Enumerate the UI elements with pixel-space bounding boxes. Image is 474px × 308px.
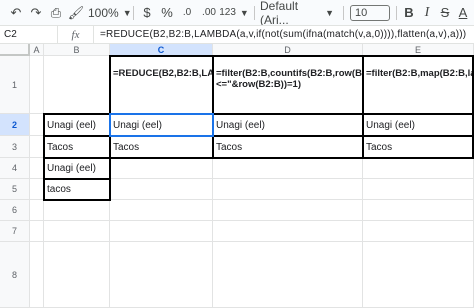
text-color-button[interactable]: A — [454, 3, 472, 23]
divider — [396, 5, 397, 20]
cell-b2[interactable]: Unagi (eel) — [44, 114, 110, 136]
cell-a7[interactable] — [30, 221, 44, 242]
divider — [343, 5, 344, 20]
toolbar: ↶ ↷ ⎙ 🖌 100% ▼ $ % .0 .00 123 ▼ Default (A… — [0, 0, 474, 27]
cell-b4[interactable]: Unagi (eel) — [44, 158, 110, 179]
cell-e3-text: Tacos — [366, 142, 393, 153]
cell-b5-text: tacos — [47, 184, 71, 195]
cell-e1-text: =filter(B2:B,map(B2:B,lambda(r,countif(i… — [366, 68, 473, 79]
column-header-a[interactable]: A — [30, 44, 44, 56]
row-header-6[interactable]: 6 — [0, 200, 30, 221]
cell-a4[interactable] — [30, 158, 44, 179]
cell-c4[interactable] — [110, 158, 213, 179]
paint-format-icon[interactable]: 🖌 — [66, 3, 86, 23]
font-value: Default (Ari... — [260, 0, 299, 27]
chevron-down-icon: ▼ — [325, 7, 334, 18]
select-all-corner[interactable] — [0, 44, 30, 56]
cell-c5[interactable] — [110, 179, 213, 200]
cell-d7[interactable] — [213, 221, 363, 242]
font-select[interactable]: Default (Ari... ▼ — [258, 0, 340, 27]
zoom-select[interactable]: 100% ▼ — [86, 3, 132, 23]
cell-c6[interactable] — [110, 200, 213, 221]
cell-c3[interactable]: Tacos — [110, 136, 213, 158]
cell-b6[interactable] — [44, 200, 110, 221]
cell-e7[interactable] — [363, 221, 474, 242]
cell-b2-text: Unagi (eel) — [47, 120, 96, 131]
cell-e6[interactable] — [363, 200, 474, 221]
undo-icon[interactable]: ↶ — [6, 3, 26, 23]
row-header-4[interactable]: 4 — [0, 158, 30, 179]
cell-b7[interactable] — [44, 221, 110, 242]
row-header-7[interactable]: 7 — [0, 221, 30, 242]
cell-a1[interactable] — [30, 56, 44, 114]
cell-d4[interactable] — [213, 158, 363, 179]
cell-c7[interactable] — [110, 221, 213, 242]
print-icon[interactable]: ⎙ — [46, 3, 66, 23]
cell-e2[interactable]: Unagi (eel) — [363, 114, 474, 136]
strikethrough-button[interactable]: S — [436, 3, 454, 23]
cell-e5[interactable] — [363, 179, 474, 200]
cell-e2-text: Unagi (eel) — [366, 120, 415, 131]
cell-d5[interactable] — [213, 179, 363, 200]
fx-icon: fx — [58, 26, 94, 43]
cell-d2[interactable]: Unagi (eel) — [213, 114, 363, 136]
column-header-e[interactable]: E — [363, 44, 474, 56]
cell-a8[interactable] — [30, 242, 44, 308]
cell-e3[interactable]: Tacos — [363, 136, 474, 158]
cell-d3-text: Tacos — [216, 142, 243, 153]
cell-b3[interactable]: Tacos — [44, 136, 110, 158]
cell-c2[interactable]: Unagi (eel) — [110, 114, 213, 136]
cell-a3[interactable] — [30, 136, 44, 158]
cell-d3[interactable]: Tacos — [213, 136, 363, 158]
cell-d1[interactable]: =filter(B2:B,countifs(B2:B,row(B2:B),"<=… — [213, 56, 363, 114]
more-formats-label: 123 — [219, 7, 236, 18]
row-header-8[interactable]: 8 — [0, 242, 30, 308]
column-header-d[interactable]: D — [213, 44, 363, 56]
cell-e8[interactable] — [363, 242, 474, 308]
cell-e1[interactable]: =filter(B2:B,map(B2:B,lambda(r,countif(i… — [363, 56, 474, 114]
increase-decimal-button[interactable]: .00 — [197, 3, 221, 23]
row-header-3[interactable]: 3 — [0, 136, 30, 158]
cell-b4-text: Unagi (eel) — [47, 163, 96, 174]
cell-a6[interactable] — [30, 200, 44, 221]
redo-icon[interactable]: ↷ — [26, 3, 46, 23]
cell-b5[interactable]: tacos — [44, 179, 110, 200]
row-header-1[interactable]: 1 — [0, 56, 30, 114]
cell-c1[interactable]: =REDUCE(B2,B2:B,LAMBDA(a,v,if(not(sum(if… — [110, 56, 213, 114]
cell-e4[interactable] — [363, 158, 474, 179]
formula-bar: C2 fx =REDUCE(B2,B2:B,LAMBDA(a,v,if(not(… — [0, 25, 474, 44]
cell-a2[interactable] — [30, 114, 44, 136]
cell-d8[interactable] — [213, 242, 363, 308]
italic-button[interactable]: I — [418, 3, 436, 23]
more-formats-button[interactable]: 123 ▼ — [219, 3, 251, 23]
cell-b3-text: Tacos — [47, 142, 74, 153]
font-size-input[interactable]: 10 — [350, 4, 390, 21]
zoom-value: 100% — [88, 5, 119, 20]
formula-input[interactable]: =REDUCE(B2,B2:B,LAMBDA(a,v,if(not(sum(if… — [94, 29, 466, 40]
cell-a5[interactable] — [30, 179, 44, 200]
cell-d1-text: =filter(B2:B,countifs(B2:B,row(B2:B),"<=… — [216, 68, 362, 90]
divider — [254, 5, 255, 20]
cell-c2-text: Unagi (eel) — [113, 120, 162, 131]
cell-d2-text: Unagi (eel) — [216, 120, 265, 131]
chevron-down-icon: ▼ — [239, 7, 249, 18]
name-box[interactable]: C2 — [0, 26, 58, 43]
cell-b1[interactable] — [44, 56, 110, 114]
cell-b8[interactable] — [44, 242, 110, 308]
bold-button[interactable]: B — [400, 3, 418, 23]
cell-c3-text: Tacos — [113, 142, 140, 153]
row-header-2[interactable]: 2 — [0, 114, 30, 136]
decrease-decimal-button[interactable]: .0 — [177, 3, 197, 23]
cell-c1-text: =REDUCE(B2,B2:B,LAMBDA(a,v,if(not(sum(if… — [113, 68, 213, 79]
column-header-c[interactable]: C — [110, 44, 213, 56]
divider — [133, 5, 134, 20]
cell-c8[interactable] — [110, 242, 213, 308]
column-header-b[interactable]: B — [44, 44, 110, 56]
cell-d6[interactable] — [213, 200, 363, 221]
currency-button[interactable]: $ — [137, 3, 157, 23]
percent-button[interactable]: % — [157, 3, 177, 23]
row-header-5[interactable]: 5 — [0, 179, 30, 200]
